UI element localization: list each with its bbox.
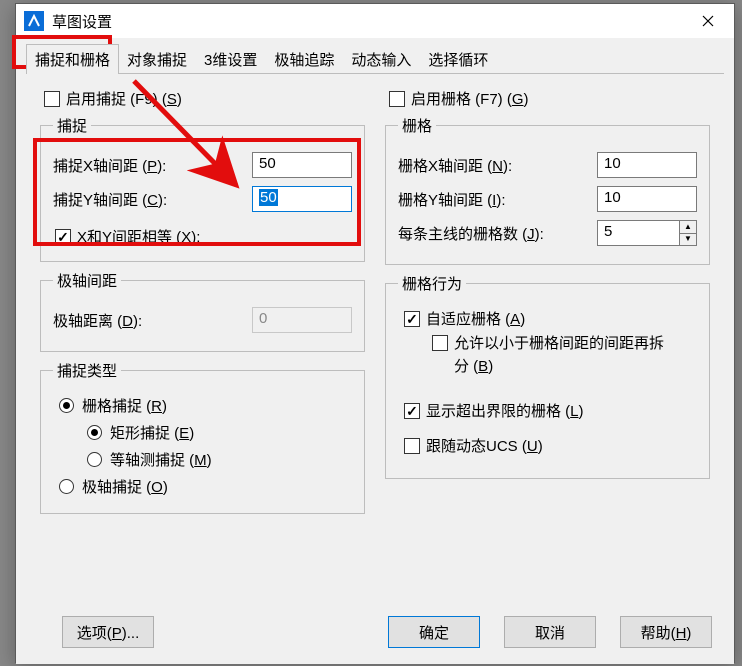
grid-x-label: 栅格X轴间距 (N):	[398, 155, 597, 176]
tab-page-snap-and-grid: 启用捕捉 (F9) (S) 捕捉 捕捉X轴间距 (P): 50 捕捉Y轴间距 (…	[26, 74, 724, 592]
title-bar: 草图设置	[16, 4, 734, 38]
snap-equal-label: X和Y间距相等 (X):	[77, 226, 200, 247]
adaptive-grid-label: 自适应栅格 (A)	[426, 308, 525, 329]
ok-button[interactable]: 确定	[388, 616, 480, 648]
grid-group-title: 栅格	[398, 115, 436, 136]
close-button[interactable]	[686, 6, 730, 36]
show-beyond-limits-label: 显示超出界限的栅格 (L)	[426, 400, 584, 421]
grid-y-label: 栅格Y轴间距 (I):	[398, 189, 597, 210]
checkbox-icon	[404, 403, 420, 419]
options-button[interactable]: 选项(P)...	[62, 616, 154, 648]
checkbox-icon	[44, 91, 60, 107]
grid-snap-label: 栅格捕捉 (R)	[82, 395, 167, 416]
radio-icon	[87, 452, 102, 467]
app-icon	[24, 11, 44, 31]
grid-group: 栅格 栅格X轴间距 (N): 10 栅格Y轴间距 (I): 10 每条主线的栅格…	[385, 115, 710, 265]
grid-x-input[interactable]: 10	[597, 152, 697, 178]
rect-snap-radio[interactable]: 矩形捕捉 (E)	[87, 422, 352, 443]
snap-y-label: 捕捉Y轴间距 (C):	[53, 189, 252, 210]
major-line-spinner[interactable]: 5 ▲ ▼	[597, 220, 697, 246]
checkbox-icon	[432, 335, 448, 351]
enable-snap-checkbox[interactable]: 启用捕捉 (F9) (S)	[44, 88, 365, 109]
snap-group: 捕捉 捕捉X轴间距 (P): 50 捕捉Y轴间距 (C): 50 X和Y间距相等…	[40, 115, 365, 262]
close-icon	[702, 15, 714, 27]
help-button[interactable]: 帮助(H)	[620, 616, 712, 648]
tab-strip: 捕捉和栅格 对象捕捉 3维设置 极轴追踪 动态输入 选择循环	[26, 44, 724, 74]
show-beyond-limits-checkbox[interactable]: 显示超出界限的栅格 (L)	[404, 400, 697, 421]
dialog-content: 捕捉和栅格 对象捕捉 3维设置 极轴追踪 动态输入 选择循环 启用捕捉 (F9)…	[16, 38, 734, 664]
iso-snap-label: 等轴测捕捉 (M)	[110, 449, 212, 470]
tab-object-snap[interactable]: 对象捕捉	[118, 44, 196, 74]
grid-y-input[interactable]: 10	[597, 186, 697, 212]
left-column: 启用捕捉 (F9) (S) 捕捉 捕捉X轴间距 (P): 50 捕捉Y轴间距 (…	[40, 84, 365, 522]
snap-type-group: 捕捉类型 栅格捕捉 (R) 矩形捕捉 (E) 等轴测捕捉 (M)	[40, 360, 365, 514]
polar-snap-label: 极轴捕捉 (O)	[82, 476, 168, 497]
follow-ucs-checkbox[interactable]: 跟随动态UCS (U)	[404, 435, 697, 456]
snap-y-input[interactable]: 50	[252, 186, 352, 212]
tab-3d-settings[interactable]: 3维设置	[195, 44, 266, 74]
snap-x-label: 捕捉X轴间距 (P):	[53, 155, 252, 176]
polar-distance-label: 极轴距离 (D):	[53, 310, 252, 331]
tab-dynamic-input[interactable]: 动态输入	[342, 44, 420, 74]
radio-icon	[87, 425, 102, 440]
cancel-button[interactable]: 取消	[504, 616, 596, 648]
polar-spacing-group: 极轴间距 极轴距离 (D): 0	[40, 270, 365, 352]
polar-snap-radio[interactable]: 极轴捕捉 (O)	[59, 476, 352, 497]
subdivide-checkbox[interactable]: 允许以小于栅格间距的间距再拆分 (B)	[432, 333, 697, 378]
dialog-window: 草图设置 捕捉和栅格 对象捕捉 3维设置 极轴追踪 动态输入 选择循环 启用捕捉…	[15, 3, 735, 663]
subdivide-label: 允许以小于栅格间距的间距再拆分 (B)	[454, 333, 664, 378]
polar-spacing-title: 极轴间距	[53, 270, 121, 291]
right-column: 启用栅格 (F7) (G) 栅格 栅格X轴间距 (N): 10 栅格Y轴间距 (…	[385, 84, 710, 522]
checkbox-icon	[389, 91, 405, 107]
dialog-title: 草图设置	[52, 11, 686, 32]
major-line-input[interactable]: 5	[597, 220, 679, 246]
enable-snap-label: 启用捕捉 (F9) (S)	[66, 88, 182, 109]
follow-ucs-label: 跟随动态UCS (U)	[426, 435, 543, 456]
spinner-down-button[interactable]: ▼	[679, 233, 697, 247]
major-line-label: 每条主线的栅格数 (J):	[398, 223, 597, 244]
grid-behavior-group: 栅格行为 自适应栅格 (A) 允许以小于栅格间距的间距再拆分 (B) 显示超出界…	[385, 273, 710, 479]
rect-snap-label: 矩形捕捉 (E)	[110, 422, 194, 443]
radio-icon	[59, 479, 74, 494]
checkbox-icon	[404, 438, 420, 454]
tab-polar-tracking[interactable]: 极轴追踪	[265, 44, 343, 74]
grid-behavior-title: 栅格行为	[398, 273, 466, 294]
adaptive-grid-checkbox[interactable]: 自适应栅格 (A)	[404, 308, 697, 329]
spinner-up-button[interactable]: ▲	[679, 220, 697, 233]
iso-snap-radio[interactable]: 等轴测捕捉 (M)	[87, 449, 352, 470]
enable-grid-checkbox[interactable]: 启用栅格 (F7) (G)	[389, 88, 710, 109]
checkbox-icon	[55, 229, 71, 245]
checkbox-icon	[404, 311, 420, 327]
radio-icon	[59, 398, 74, 413]
grid-snap-radio[interactable]: 栅格捕捉 (R)	[59, 395, 352, 416]
snap-group-title: 捕捉	[53, 115, 91, 136]
tab-snap-and-grid[interactable]: 捕捉和栅格	[26, 44, 119, 74]
snap-type-title: 捕捉类型	[53, 360, 121, 381]
polar-distance-input: 0	[252, 307, 352, 333]
dialog-footer: 选项(P)... 确定 取消 帮助(H)	[38, 616, 712, 648]
tab-selection-cycling[interactable]: 选择循环	[419, 44, 497, 74]
enable-grid-label: 启用栅格 (F7) (G)	[411, 88, 529, 109]
snap-x-input[interactable]: 50	[252, 152, 352, 178]
snap-equal-checkbox[interactable]: X和Y间距相等 (X):	[55, 226, 352, 247]
